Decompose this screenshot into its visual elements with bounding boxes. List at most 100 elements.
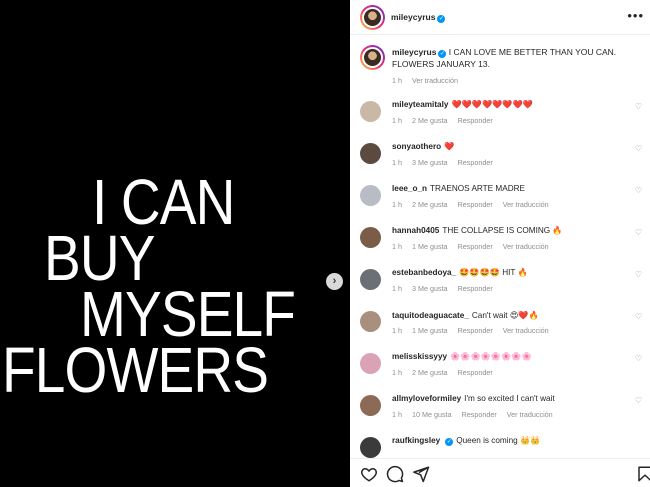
comment-likes[interactable]: 3 Me gusta [412, 284, 448, 293]
comment-item: sonyaothero ❤️ 1 h 3 Me gusta Responder ♡ [350, 142, 650, 182]
comment-reply[interactable]: Responder [458, 326, 493, 335]
comment-meta: 1 h 1 Me gusta Responder Ver traducción [392, 242, 559, 251]
heart-icon[interactable]: ♡ [635, 396, 642, 405]
comments-panel: mileycyrus ✓ ••• mileycyrus ✓ I CAN LOVE M… [350, 0, 650, 487]
avatar[interactable] [360, 5, 385, 30]
comment-body: 🌸🌸🌸🌸🌸🌸🌸🌸 [450, 352, 532, 361]
comment-username[interactable]: sonyaothero [392, 142, 441, 151]
comment-meta: 1 h 2 Me gusta Responder Ver traducción [392, 200, 559, 209]
avatar[interactable] [360, 143, 381, 164]
comment-item: melisskissyyy 🌸🌸🌸🌸🌸🌸🌸🌸 1 h 2 Me gusta Respo… [350, 352, 650, 392]
verified-badge-icon: ✓ [445, 438, 454, 446]
comment-username[interactable]: leee_o_n [392, 184, 427, 193]
comment-likes[interactable]: 2 Me gusta [412, 116, 448, 125]
comment-text: leee_o_n TRAENOS ARTE MADRE [392, 184, 525, 193]
comment-likes[interactable]: 1 Me gusta [412, 242, 448, 251]
post-actions [350, 458, 650, 487]
post-header: mileycyrus ✓ ••• [350, 0, 650, 35]
comment-username[interactable]: hannah0405 [392, 226, 439, 235]
caption-username[interactable]: mileycyrus [392, 47, 436, 57]
chevron-right-icon[interactable]: › [326, 273, 343, 290]
comment-item: hannah0405 THE COLLAPSE IS COMING 🔥 1 h1 … [350, 226, 650, 266]
comment-item: estebanbedoya_ 🤩🤩🤩🤩 HIT 🔥 1 h 3 Me gusta Re… [350, 268, 650, 308]
comment-likes[interactable]: 2 Me gusta [412, 200, 448, 209]
comment-reply[interactable]: Responder [458, 200, 493, 209]
comment-reply[interactable]: Responder [462, 410, 497, 419]
avatar[interactable] [360, 269, 381, 290]
heart-icon[interactable]: ♡ [635, 354, 642, 363]
avatar[interactable] [360, 101, 381, 122]
header-username-text[interactable]: mileycyrus [391, 12, 435, 22]
comment-time: 1 h [392, 242, 402, 251]
caption-translate-link[interactable]: Ver traducción [412, 76, 458, 85]
heart-icon[interactable] [360, 465, 378, 483]
caption-meta: 1 h Ver traducción [392, 76, 468, 85]
comment-text: taquitodeaguacate_ Can't wait 😍❤️🔥 [392, 310, 539, 321]
comment-text: mileyteamitaly ❤️❤️❤️❤️❤️❤️❤️❤️ [392, 100, 533, 110]
comment-body: THE COLLAPSE IS COMING 🔥 [442, 226, 563, 235]
heart-icon[interactable]: ♡ [635, 102, 642, 111]
comment-username[interactable]: melisskissyyy [392, 352, 447, 361]
comment-likes[interactable]: 1 Me gusta [412, 326, 448, 335]
comment-meta: 1 h 2 Me gusta Responder [392, 368, 503, 377]
verified-badge-icon: ✓ [438, 50, 447, 58]
comment-body: I'm so excited I can't wait [464, 394, 555, 403]
comment-reply[interactable]: Responder [458, 158, 493, 167]
comment-username[interactable]: allmyloveformiley [392, 394, 461, 403]
bookmark-icon[interactable] [636, 465, 650, 483]
comment-body: ❤️❤️❤️❤️❤️❤️❤️❤️ [451, 100, 533, 109]
comment-username[interactable]: taquitodeaguacate_ [392, 311, 469, 320]
comment-reply[interactable]: Responder [458, 368, 493, 377]
comment-text: melisskissyyy 🌸🌸🌸🌸🌸🌸🌸🌸 [392, 352, 532, 362]
post-caption: mileycyrus ✓ I CAN LOVE ME BETTER THAN YO… [392, 47, 650, 70]
comment-likes[interactable]: 3 Me gusta [412, 158, 448, 167]
comment-meta: 1 h 2 Me gusta Responder [392, 116, 503, 125]
share-icon[interactable] [412, 465, 430, 483]
poster-line-4: FLOWERS [2, 334, 269, 406]
comment-likes[interactable]: 10 Me gusta [412, 410, 452, 419]
avatar[interactable] [360, 185, 381, 206]
comment-reply[interactable]: Responder [458, 242, 493, 251]
comment-meta: 1 h 10 Me gusta Responder Ver traducción [392, 410, 563, 419]
comment-username[interactable]: estebanbedoya_ [392, 268, 456, 277]
comment-body: Can't wait 😍❤️🔥 [471, 311, 539, 320]
comment-time: 1 h [392, 326, 402, 335]
caption-avatar[interactable] [360, 45, 385, 70]
avatar[interactable] [360, 227, 381, 248]
comment-username[interactable]: mileyteamitaly [392, 100, 448, 109]
heart-icon[interactable]: ♡ [635, 312, 642, 321]
comment-body: ❤️ [444, 142, 455, 151]
heart-icon[interactable]: ♡ [635, 270, 642, 279]
header-username[interactable]: mileycyrus ✓ [391, 12, 446, 23]
comment-translate-link[interactable]: Ver traducción [503, 200, 549, 209]
comment-translate-link[interactable]: Ver traducción [507, 410, 553, 419]
comment-item: allmyloveformiley I'm so excited I can't … [350, 394, 650, 434]
comment-time: 1 h [392, 284, 402, 293]
comment-time: 1 h [392, 116, 402, 125]
post-media[interactable]: I CAN BUY MYSELF FLOWERS › [0, 0, 350, 487]
heart-icon[interactable]: ♡ [635, 228, 642, 237]
avatar[interactable] [360, 437, 381, 458]
avatar[interactable] [360, 353, 381, 374]
comment-item: leee_o_n TRAENOS ARTE MADRE 1 h 2 Me gusta… [350, 184, 650, 224]
comment-text: sonyaothero ❤️ [392, 142, 454, 152]
comment-text: estebanbedoya_ 🤩🤩🤩🤩 HIT 🔥 [392, 268, 528, 278]
comment-text: allmyloveformiley I'm so excited I can't … [392, 394, 555, 403]
comment-translate-link[interactable]: Ver traducción [503, 326, 549, 335]
comment-reply[interactable]: Responder [458, 116, 493, 125]
comment-likes[interactable]: 2 Me gusta [412, 368, 448, 377]
comment-icon[interactable] [386, 465, 404, 483]
comment-item: taquitodeaguacate_ Can't wait 😍❤️🔥 1 h 1 M… [350, 310, 650, 350]
comment-meta: 1 h 3 Me gusta Responder [392, 158, 503, 167]
avatar[interactable] [360, 395, 381, 416]
comment-reply[interactable]: Responder [458, 284, 493, 293]
comment-text: hannah0405 THE COLLAPSE IS COMING 🔥 [392, 226, 563, 236]
comment-body: TRAENOS ARTE MADRE [430, 184, 525, 193]
heart-icon[interactable]: ♡ [635, 186, 642, 195]
comment-text: raufkingsley ✓ Queen is coming 👑👑 [392, 436, 540, 446]
comment-translate-link[interactable]: Ver traducción [503, 242, 549, 251]
heart-icon[interactable]: ♡ [635, 144, 642, 153]
avatar[interactable] [360, 311, 381, 332]
more-icon[interactable]: ••• [627, 8, 644, 23]
comment-username[interactable]: raufkingsley [392, 436, 440, 445]
